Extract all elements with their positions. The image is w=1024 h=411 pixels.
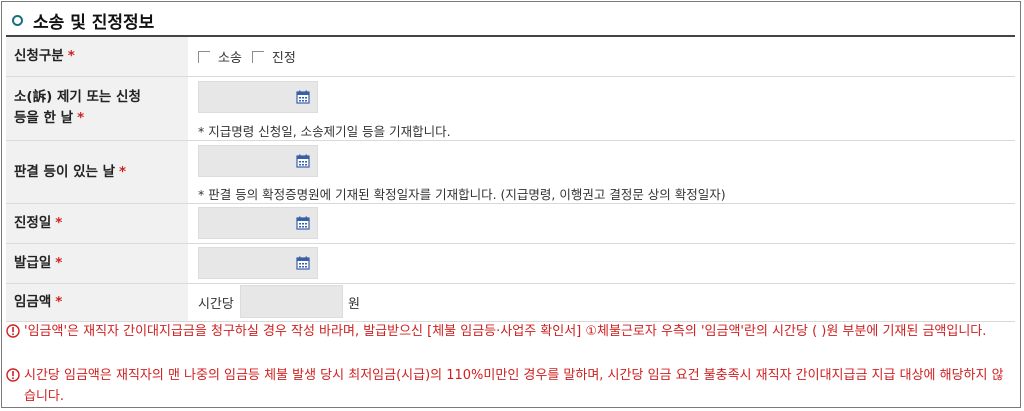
warning-circle-icon	[6, 324, 20, 338]
value-issue-date	[188, 244, 1015, 283]
row-filing-date: 소(訴) 제기 또는 신청 등을 한 날 * * 지급명령 신청일, 소송제기일 …	[6, 77, 1015, 141]
value-application-type: 소송 진정	[188, 37, 1015, 76]
issue-date-input[interactable]	[198, 247, 318, 279]
row-application-type: 신청구분 * 소송 진정	[6, 37, 1015, 77]
value-wage: 시간당 원	[188, 284, 1015, 321]
notice-wage-amount: '임금액'은 재직자 간이대지급금을 청구하실 경우 작성 바라며, 발급받으신…	[6, 321, 1014, 342]
label-issue-date: 발급일 *	[6, 244, 188, 283]
checkbox-lawsuit[interactable]	[198, 50, 210, 63]
warning-circle-icon	[6, 368, 20, 382]
value-filing-date: * 지급명령 신청일, 소송제기일 등을 기재합니다.	[188, 77, 1015, 140]
value-petition-date	[188, 204, 1015, 243]
filing-date-hint: * 지급명령 신청일, 소송제기일 등을 기재합니다.	[198, 124, 451, 139]
wage-prefix: 시간당	[198, 297, 234, 312]
judgment-date-hint: * 판결 등의 확정증명원에 기재된 확정일자를 기재합니다. (지급명령, 이…	[198, 187, 726, 202]
info-table: 신청구분 * 소송 진정 소(訴) 제기 또는 신청 등을 한 날 * * 지급…	[6, 35, 1015, 322]
required-mark: *	[67, 48, 75, 64]
petition-date-input[interactable]	[198, 207, 318, 239]
circle-bullet-icon	[12, 14, 23, 26]
calendar-icon[interactable]	[296, 256, 310, 270]
checkbox-lawsuit-label[interactable]: 소송	[218, 47, 242, 66]
wage-input[interactable]	[240, 285, 343, 318]
filing-date-input[interactable]	[198, 81, 318, 113]
required-mark: *	[119, 163, 127, 180]
calendar-icon[interactable]	[296, 90, 310, 104]
section-title: 소송 및 진정정보	[33, 12, 155, 33]
label-petition-date: 진정일 *	[6, 204, 188, 243]
judgment-date-input[interactable]	[198, 145, 318, 177]
label-application-type: 신청구분 *	[6, 37, 188, 76]
checkbox-petition-label[interactable]: 진정	[272, 47, 296, 66]
label-wage: 임금액 *	[6, 284, 188, 321]
required-mark: *	[55, 255, 63, 271]
required-mark: *	[55, 294, 63, 310]
row-issue-date: 발급일 *	[6, 244, 1015, 284]
calendar-icon[interactable]	[296, 154, 310, 168]
label-filing-date: 소(訴) 제기 또는 신청 등을 한 날 *	[6, 77, 188, 140]
label-judgment-date: 판결 등이 있는 날 *	[6, 141, 188, 203]
required-mark: *	[77, 110, 85, 126]
required-mark: *	[55, 215, 63, 231]
notice-text: '임금액'은 재직자 간이대지급금을 청구하실 경우 작성 바라며, 발급받으신…	[24, 324, 987, 339]
calendar-icon[interactable]	[296, 216, 310, 230]
row-judgment-date: 판결 등이 있는 날 * * 판결 등의 확정증명원에 기재된 확정일자를 기재합…	[6, 141, 1015, 204]
value-judgment-date: * 판결 등의 확정증명원에 기재된 확정일자를 기재합니다. (지급명령, 이…	[188, 141, 1015, 203]
notice-text: 시간당 임금액은 재직자의 맨 나중의 임금등 체불 발생 당시 최저임금(시급…	[24, 368, 1004, 404]
checkbox-petition[interactable]	[251, 50, 264, 63]
row-wage: 임금액 * 시간당 원	[6, 284, 1015, 322]
row-petition-date: 진정일 *	[6, 204, 1015, 244]
section-header: 소송 및 진정정보	[11, 8, 155, 33]
claim-form-frame: 소송 및 진정정보 신청구분 * 소송 진정 소(訴) 제기 또는 신청 등을 …	[1, 1, 1021, 408]
wage-unit: 원	[348, 297, 360, 312]
notice-hourly-wage: 시간당 임금액은 재직자의 맨 나중의 임금등 체불 발생 당시 최저임금(시급…	[6, 365, 1014, 407]
